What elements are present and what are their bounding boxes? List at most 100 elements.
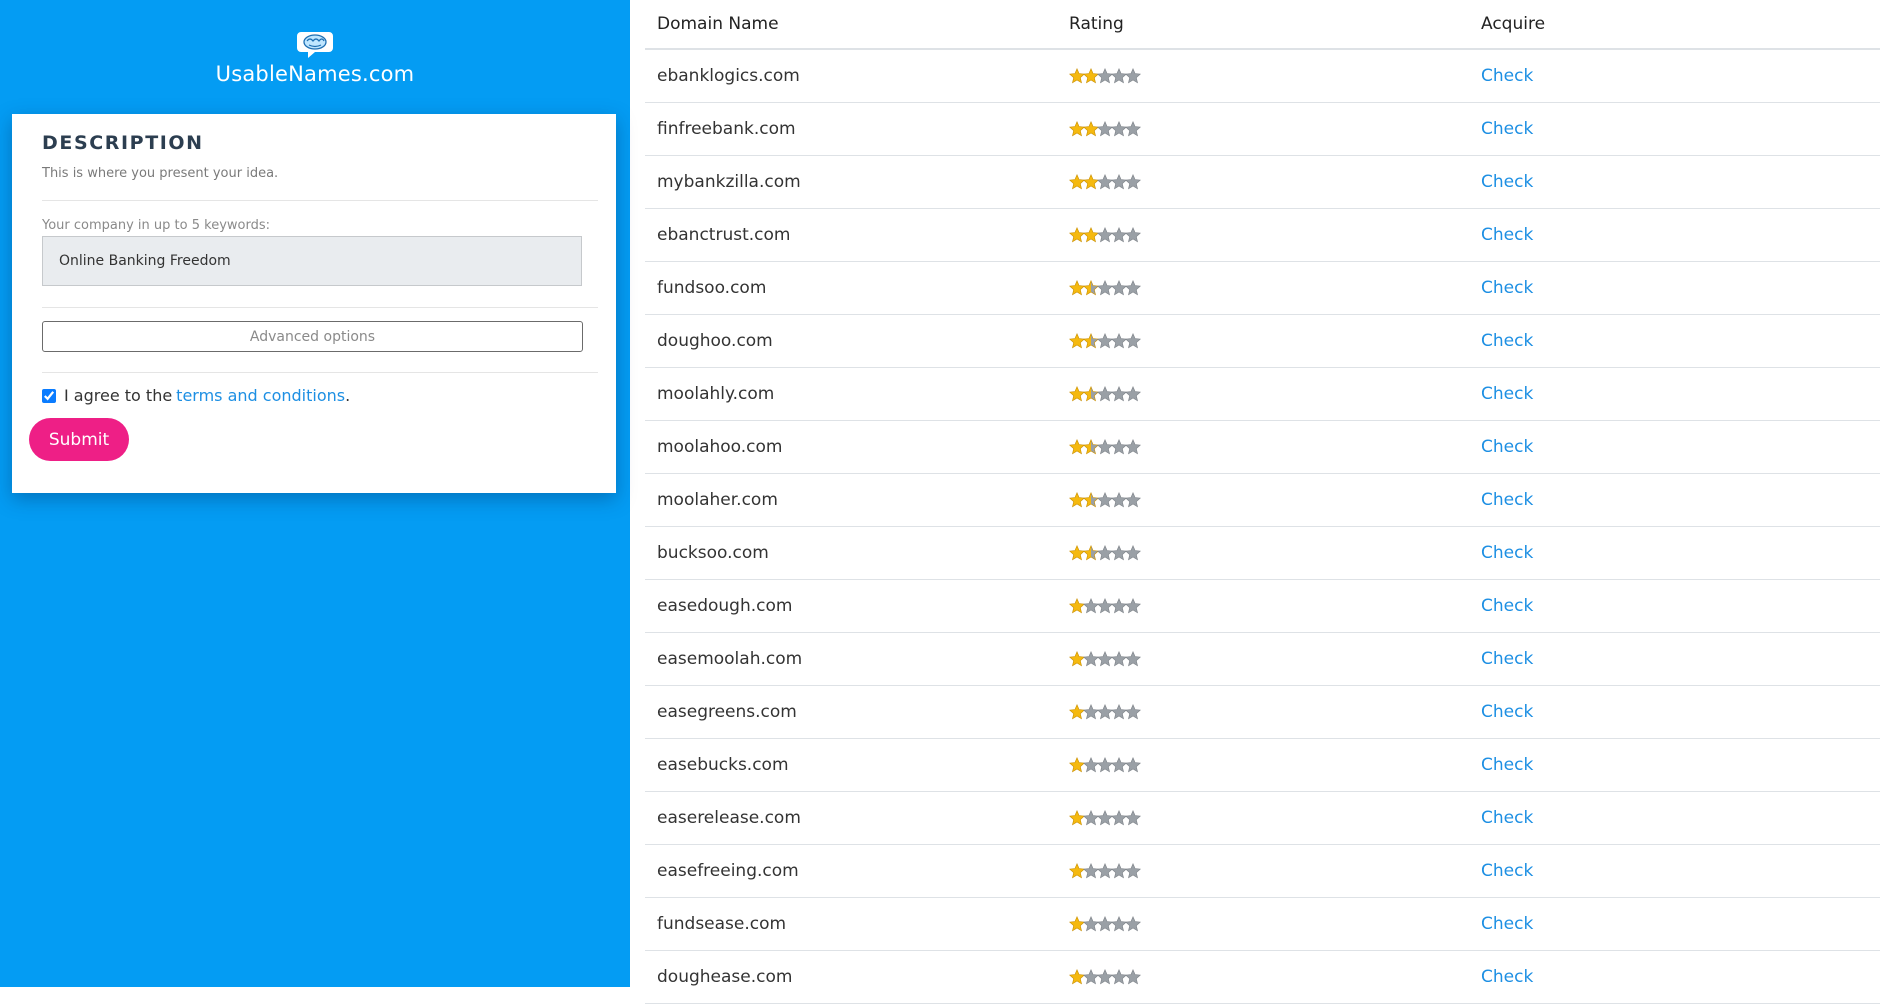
- domain-name-cell: easemoolah.com: [645, 632, 1057, 686]
- star-icon: [1125, 916, 1141, 932]
- rating-cell: [1057, 791, 1469, 845]
- star-rating: [1069, 492, 1153, 508]
- table-row: easemoolah.com Check: [645, 632, 1880, 686]
- terms-link[interactable]: terms and conditions: [176, 386, 345, 405]
- rating-cell: [1057, 844, 1469, 898]
- star-rating: [1069, 333, 1153, 349]
- acquire-cell: Check: [1469, 685, 1880, 739]
- rating-cell: [1057, 314, 1469, 368]
- acquire-cell: Check: [1469, 791, 1880, 845]
- star-rating: [1069, 439, 1153, 455]
- agree-suffix: .: [345, 386, 351, 405]
- rating-cell: [1057, 897, 1469, 951]
- check-link[interactable]: Check: [1481, 331, 1533, 351]
- check-link[interactable]: Check: [1481, 119, 1533, 139]
- star-rating: [1069, 863, 1153, 879]
- rating-cell: [1057, 950, 1469, 1004]
- domain-name-cell: moolahly.com: [645, 367, 1057, 421]
- table-row: ebanctrust.com Check: [645, 208, 1880, 262]
- rating-cell: [1057, 102, 1469, 156]
- acquire-cell: Check: [1469, 738, 1880, 792]
- check-link[interactable]: Check: [1481, 384, 1533, 404]
- star-rating: [1069, 386, 1153, 402]
- table-row: fundsoo.com Check: [645, 261, 1880, 315]
- terms-checkbox[interactable]: [42, 388, 56, 403]
- header-acquire: Acquire: [1469, 0, 1880, 50]
- domain-name-cell: finfreebank.com: [645, 102, 1057, 156]
- check-link[interactable]: Check: [1481, 967, 1533, 987]
- domain-name-cell: ebanctrust.com: [645, 208, 1057, 262]
- star-rating: [1069, 280, 1153, 296]
- star-rating: [1069, 810, 1153, 826]
- keywords-input[interactable]: [42, 236, 582, 286]
- check-link[interactable]: Check: [1481, 278, 1533, 298]
- header-domain-name: Domain Name: [645, 0, 1057, 50]
- star-icon: [1125, 863, 1141, 879]
- domain-name-cell: moolahoo.com: [645, 420, 1057, 474]
- header-rating: Rating: [1057, 0, 1469, 50]
- star-rating: [1069, 651, 1153, 667]
- check-link[interactable]: Check: [1481, 649, 1533, 669]
- acquire-cell: Check: [1469, 314, 1880, 368]
- star-icon: [1125, 969, 1141, 985]
- rating-cell: [1057, 420, 1469, 474]
- table-row: easebucks.com Check: [645, 738, 1880, 792]
- star-rating: [1069, 704, 1153, 720]
- table-row: moolaher.com Check: [645, 473, 1880, 527]
- divider: [42, 307, 598, 308]
- acquire-cell: Check: [1469, 49, 1880, 103]
- check-link[interactable]: Check: [1481, 172, 1533, 192]
- check-link[interactable]: Check: [1481, 225, 1533, 245]
- star-icon: [1125, 333, 1141, 349]
- check-link[interactable]: Check: [1481, 490, 1533, 510]
- domain-results-table: Domain Name Rating Acquire ebanklogics.c…: [645, 0, 1880, 1004]
- brain-chat-icon: [297, 32, 333, 58]
- keywords-label: Your company in up to 5 keywords:: [42, 218, 270, 233]
- check-link[interactable]: Check: [1481, 543, 1533, 563]
- check-link[interactable]: Check: [1481, 66, 1533, 86]
- acquire-cell: Check: [1469, 579, 1880, 633]
- star-icon: [1125, 704, 1141, 720]
- acquire-cell: Check: [1469, 155, 1880, 209]
- acquire-cell: Check: [1469, 367, 1880, 421]
- check-link[interactable]: Check: [1481, 861, 1533, 881]
- acquire-cell: Check: [1469, 632, 1880, 686]
- domain-name-cell: easegreens.com: [645, 685, 1057, 739]
- check-link[interactable]: Check: [1481, 914, 1533, 934]
- domain-name-cell: doughease.com: [645, 950, 1057, 1004]
- star-rating: [1069, 545, 1153, 561]
- star-icon: [1125, 757, 1141, 773]
- divider: [42, 200, 598, 201]
- rating-cell: [1057, 261, 1469, 315]
- rating-cell: [1057, 208, 1469, 262]
- table-row: moolahly.com Check: [645, 367, 1880, 421]
- star-rating: [1069, 916, 1153, 932]
- star-icon: [1125, 492, 1141, 508]
- check-link[interactable]: Check: [1481, 702, 1533, 722]
- check-link[interactable]: Check: [1481, 596, 1533, 616]
- rating-cell: [1057, 473, 1469, 527]
- check-link[interactable]: Check: [1481, 755, 1533, 775]
- star-icon: [1125, 439, 1141, 455]
- domain-name-cell: moolaher.com: [645, 473, 1057, 527]
- brand: UsableNames.com: [0, 28, 630, 86]
- table-row: ebanklogics.com Check: [645, 49, 1880, 103]
- brand-name[interactable]: UsableNames.com: [0, 62, 630, 86]
- check-link[interactable]: Check: [1481, 808, 1533, 828]
- advanced-options-button[interactable]: Advanced options: [42, 321, 583, 352]
- acquire-cell: Check: [1469, 844, 1880, 898]
- star-icon: [1125, 68, 1141, 84]
- submit-button[interactable]: Submit: [29, 418, 129, 461]
- domain-name-cell: fundsease.com: [645, 897, 1057, 951]
- acquire-cell: Check: [1469, 102, 1880, 156]
- domain-name-cell: ebanklogics.com: [645, 49, 1057, 103]
- check-link[interactable]: Check: [1481, 437, 1533, 457]
- domain-name-cell: mybankzilla.com: [645, 155, 1057, 209]
- rating-cell: [1057, 632, 1469, 686]
- table-row: fundsease.com Check: [645, 897, 1880, 951]
- star-rating: [1069, 227, 1153, 243]
- rating-cell: [1057, 155, 1469, 209]
- acquire-cell: Check: [1469, 420, 1880, 474]
- star-icon: [1125, 810, 1141, 826]
- star-icon: [1125, 174, 1141, 190]
